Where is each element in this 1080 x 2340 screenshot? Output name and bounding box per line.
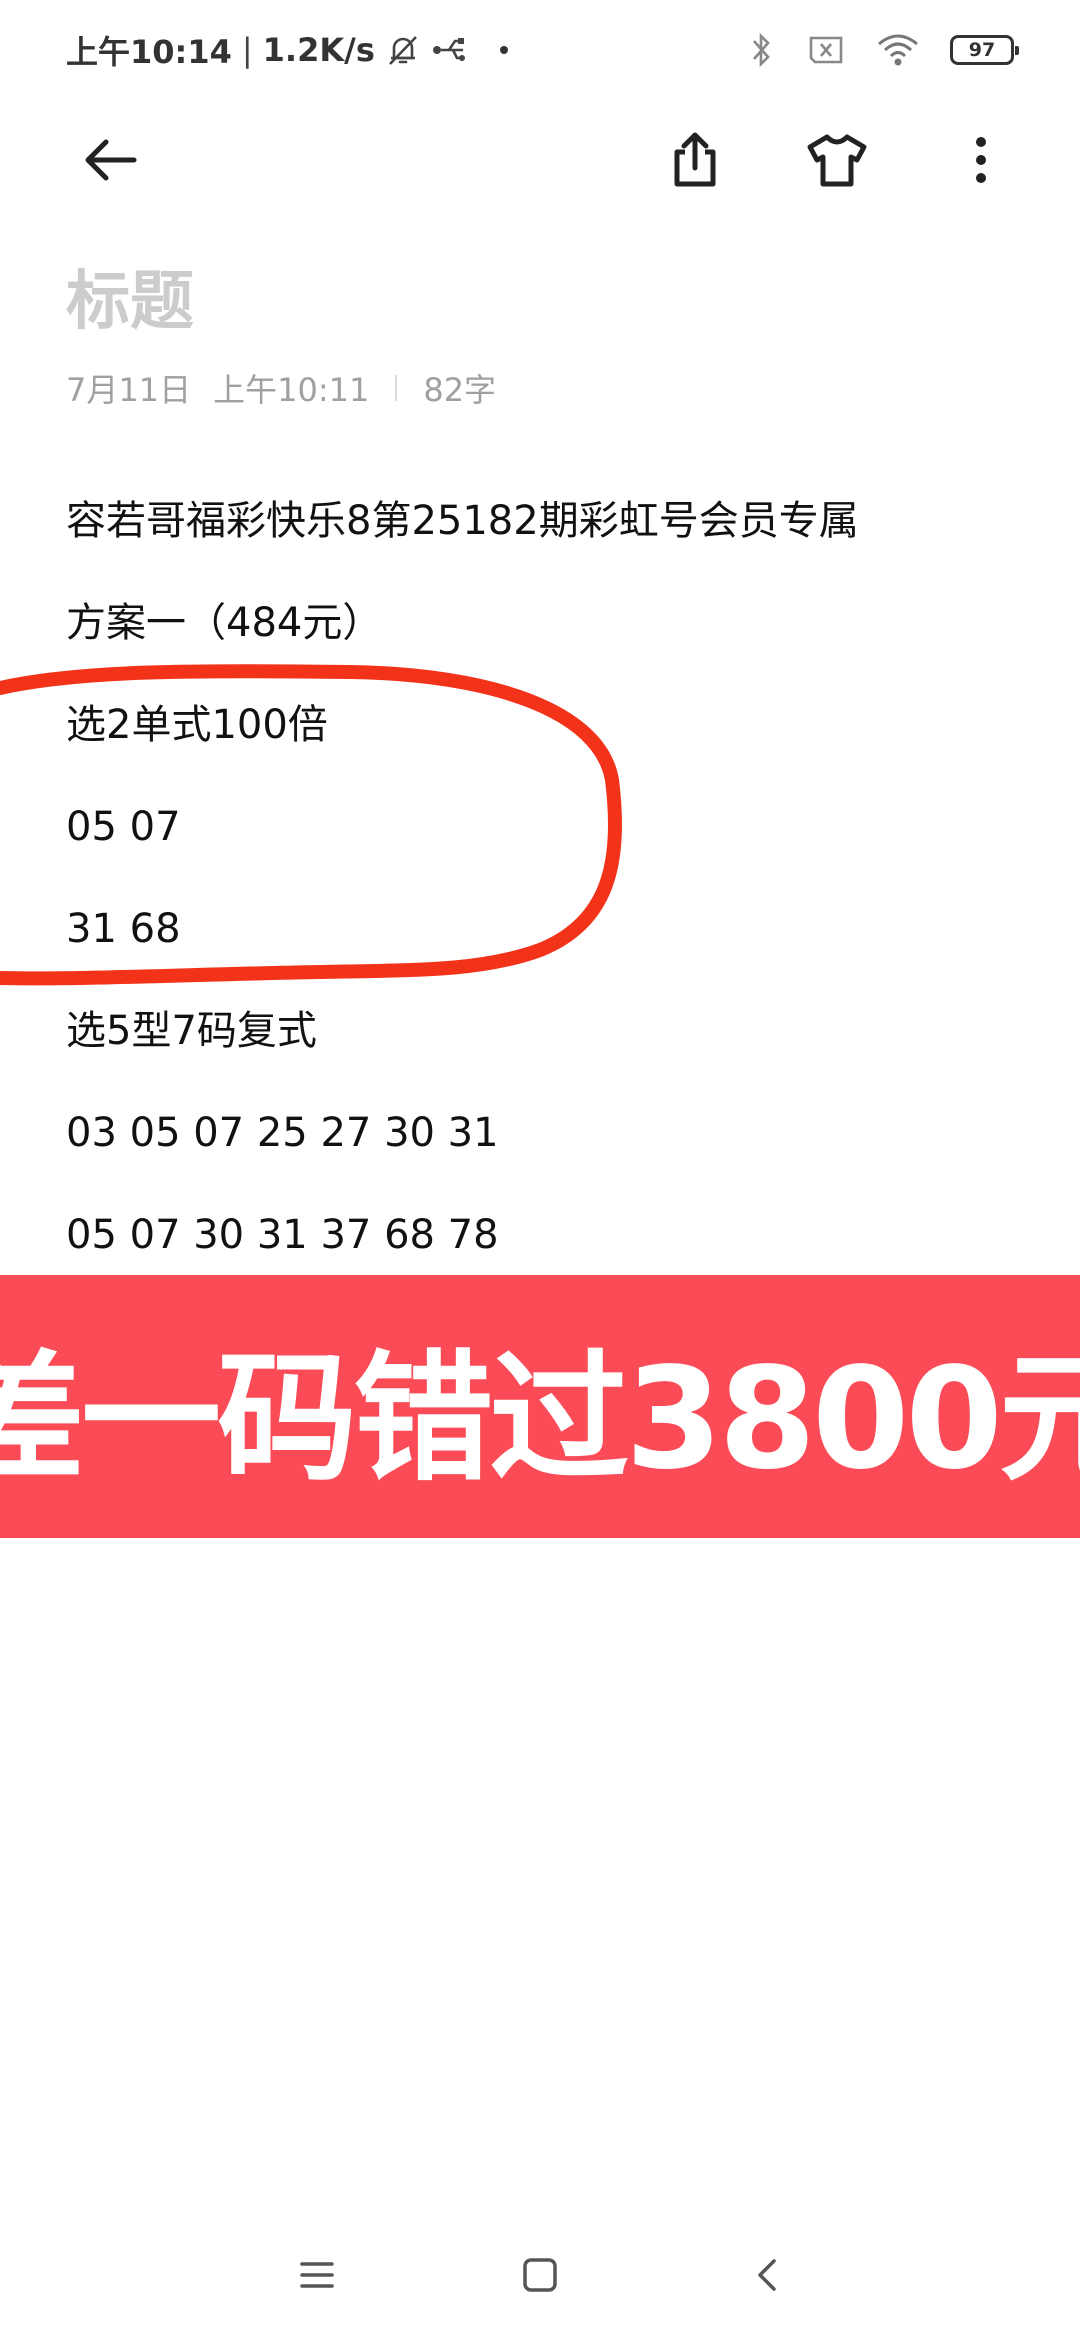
no-sim-icon [806,34,846,66]
theme-button[interactable] [797,120,877,200]
recent-apps-button[interactable] [282,2240,352,2310]
note-char-count: 82字 [423,371,497,409]
note-line: 03 05 07 25 27 30 31 [66,1110,499,1156]
status-time: 上午10:14 [66,33,232,71]
note-time: 上午10:11 [213,371,370,409]
banner-text: 差一码错过3800元 [0,1337,1080,1501]
network-speed: 1.2K/s [262,31,375,69]
home-button[interactable] [505,2240,575,2310]
battery-icon: 97 [950,35,1019,65]
status-right: 97 [746,26,1019,74]
battery-level: 97 [968,39,996,61]
tshirt-theme-icon [807,134,867,187]
back-chevron-icon [758,2259,776,2291]
note-meta: 7月11日 上午10:11 82字 [66,368,497,409]
system-nav-bar [0,2220,1080,2330]
dot-icon [499,45,509,55]
note-date: 7月11日 [66,371,192,409]
share-button[interactable] [655,120,735,200]
status-left: 上午10:14 | 1.2K/s [66,28,509,72]
usb-share-icon [431,32,467,68]
more-vert-icon [976,137,986,183]
share-icon [674,132,716,187]
note-toolbar [0,110,1080,210]
note-line: 选5型7码复式 [66,1008,317,1054]
status-separator: | [241,31,253,69]
wifi-icon [876,32,920,68]
mute-bell-icon [385,32,421,68]
more-button[interactable] [941,120,1021,200]
bluetooth-icon [746,31,776,69]
back-nav-button[interactable] [733,2240,803,2310]
red-circle-annotation [0,664,623,986]
note-line: 容若哥福彩快乐8第25182期彩虹号会员专属 [66,498,859,544]
home-square-icon [523,2258,557,2292]
back-arrow-icon [85,139,137,181]
back-button[interactable] [70,120,150,200]
menu-icon [300,2262,334,2288]
status-bar: 上午10:14 | 1.2K/s 97 [0,0,1080,100]
note-title-field[interactable]: 标题 [66,250,194,342]
meta-divider [395,375,398,401]
promo-banner: 差一码错过3800元 [0,1275,1080,1538]
